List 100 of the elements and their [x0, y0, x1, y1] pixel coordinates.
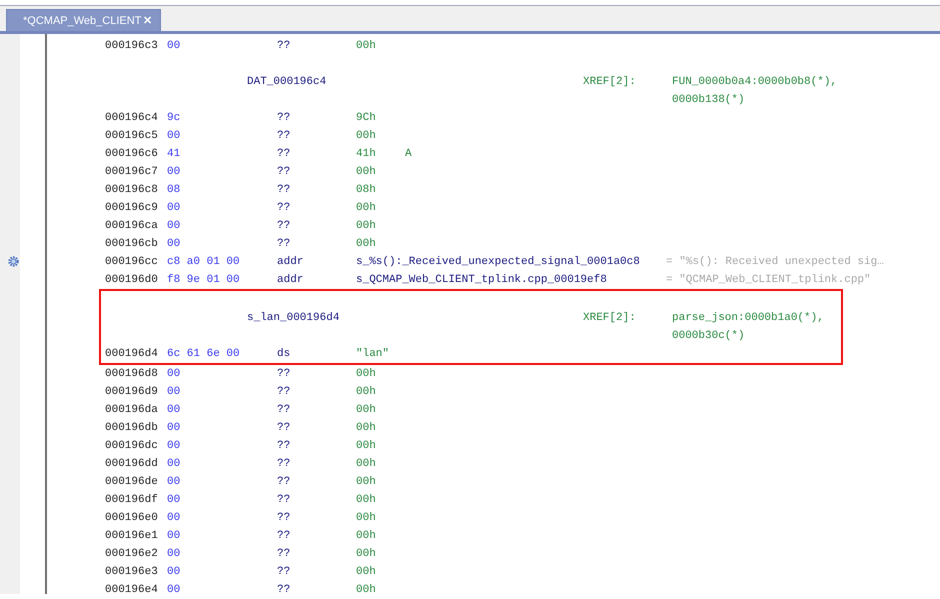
- mnemonic: ??: [277, 219, 292, 234]
- operand: 00h: [356, 219, 377, 234]
- mnemonic: ??: [277, 457, 292, 472]
- operand: s_%s():_Received_unexpected_signal_0001a0c8: [356, 255, 641, 270]
- byte-values: 00: [167, 219, 182, 234]
- address: 000196c6: [105, 147, 159, 162]
- mnemonic: addr: [277, 273, 304, 288]
- address: 000196c9: [105, 201, 159, 216]
- operand: 00h: [356, 565, 377, 580]
- comment: = "%s(): Received unexpected sig…: [666, 255, 884, 270]
- operand: 00h: [356, 511, 377, 526]
- byte-values: 00: [167, 529, 182, 544]
- operand: 00h: [356, 165, 377, 180]
- operand: 00h: [356, 403, 377, 418]
- address: 000196c8: [105, 183, 159, 198]
- mnemonic: ??: [277, 165, 292, 180]
- byte-values: 00: [167, 385, 182, 400]
- byte-values: 00: [167, 201, 182, 216]
- address: 000196e0: [105, 511, 159, 526]
- close-icon[interactable]: ✕: [143, 14, 152, 27]
- address: 000196df: [105, 493, 159, 508]
- mnemonic: ??: [277, 583, 292, 598]
- address: 000196de: [105, 475, 159, 490]
- address: 000196c7: [105, 165, 159, 180]
- editor-tab[interactable]: *QCMAP_Web_CLIENT✕: [6, 9, 161, 31]
- address: 000196d8: [105, 367, 159, 382]
- address: 000196da: [105, 403, 159, 418]
- label-name: DAT_000196c4: [247, 75, 328, 90]
- byte-values: 00: [167, 565, 182, 580]
- comment: A: [405, 147, 412, 162]
- gear-icon[interactable]: [7, 255, 20, 268]
- byte-values: 00: [167, 421, 182, 436]
- mnemonic: ??: [277, 39, 292, 54]
- mnemonic: ??: [277, 439, 292, 454]
- operand: 9Ch: [356, 111, 377, 126]
- operand: 00h: [356, 493, 377, 508]
- byte-values: 00: [167, 237, 182, 252]
- operand: 00h: [356, 547, 377, 562]
- mnemonic: ??: [277, 237, 292, 252]
- byte-values: 00: [167, 439, 182, 454]
- address: 000196e3: [105, 565, 159, 580]
- address: 000196d0: [105, 273, 159, 288]
- operand: 00h: [356, 237, 377, 252]
- operand: s_QCMAP_Web_CLIENT_tplink.cpp_00019ef8: [356, 273, 608, 288]
- operand: 41h: [356, 147, 377, 162]
- mnemonic: ds: [277, 347, 292, 362]
- mnemonic: ??: [277, 529, 292, 544]
- byte-values: 00: [167, 129, 182, 144]
- mnemonic: ??: [277, 565, 292, 580]
- mnemonic: ??: [277, 421, 292, 436]
- address: 000196db: [105, 421, 159, 436]
- address: 000196e4: [105, 583, 159, 598]
- address: 000196dd: [105, 457, 159, 472]
- operand: 00h: [356, 475, 377, 490]
- operand: 00h: [356, 421, 377, 436]
- byte-values: 00: [167, 457, 182, 472]
- mnemonic: ??: [277, 111, 292, 126]
- mnemonic: ??: [277, 129, 292, 144]
- byte-values: 08: [167, 183, 182, 198]
- operand: 00h: [356, 439, 377, 454]
- xref-link[interactable]: 0000b30c(*): [672, 327, 824, 345]
- mnemonic: ??: [277, 183, 292, 198]
- address: 000196cc: [105, 255, 159, 270]
- operand: 08h: [356, 183, 377, 198]
- byte-values: 6c 61 6e 00: [167, 347, 241, 362]
- address: 000196cb: [105, 237, 159, 252]
- byte-values: 00: [167, 367, 182, 382]
- mnemonic: ??: [277, 475, 292, 490]
- operand: 00h: [356, 201, 377, 216]
- address: 000196c3: [105, 39, 159, 54]
- xref-label: XREF[2]:: [583, 75, 637, 90]
- byte-values: 9c: [167, 111, 182, 126]
- operand: 00h: [356, 39, 377, 54]
- mnemonic: addr: [277, 255, 304, 270]
- mnemonic: ??: [277, 201, 292, 216]
- xref-label: XREF[2]:: [583, 311, 637, 326]
- mnemonic: ??: [277, 367, 292, 382]
- byte-values: 00: [167, 547, 182, 562]
- byte-values: 00: [167, 475, 182, 490]
- operand: 00h: [356, 529, 377, 544]
- address: 000196e1: [105, 529, 159, 544]
- mnemonic: ??: [277, 385, 292, 400]
- address: 000196d4: [105, 347, 159, 362]
- byte-values: 00: [167, 403, 182, 418]
- byte-values: f8 9e 01 00: [167, 273, 241, 288]
- comment: = "QCMAP_Web_CLIENT_tplink.cpp": [666, 273, 871, 288]
- byte-values: 00: [167, 583, 182, 598]
- operand: 00h: [356, 457, 377, 472]
- operand: 00h: [356, 385, 377, 400]
- byte-values: 00: [167, 165, 182, 180]
- byte-values: 00: [167, 39, 182, 54]
- xref-link[interactable]: parse_json:0000b1a0(*),: [672, 309, 824, 327]
- address: 000196d9: [105, 385, 159, 400]
- operand: 00h: [356, 583, 377, 598]
- mnemonic: ??: [277, 511, 292, 526]
- xref-link[interactable]: 0000b138(*): [672, 91, 838, 109]
- byte-values: 00: [167, 511, 182, 526]
- xref-link[interactable]: FUN_0000b0a4:0000b0b8(*),: [672, 73, 838, 91]
- mnemonic: ??: [277, 403, 292, 418]
- address: 000196c4: [105, 111, 159, 126]
